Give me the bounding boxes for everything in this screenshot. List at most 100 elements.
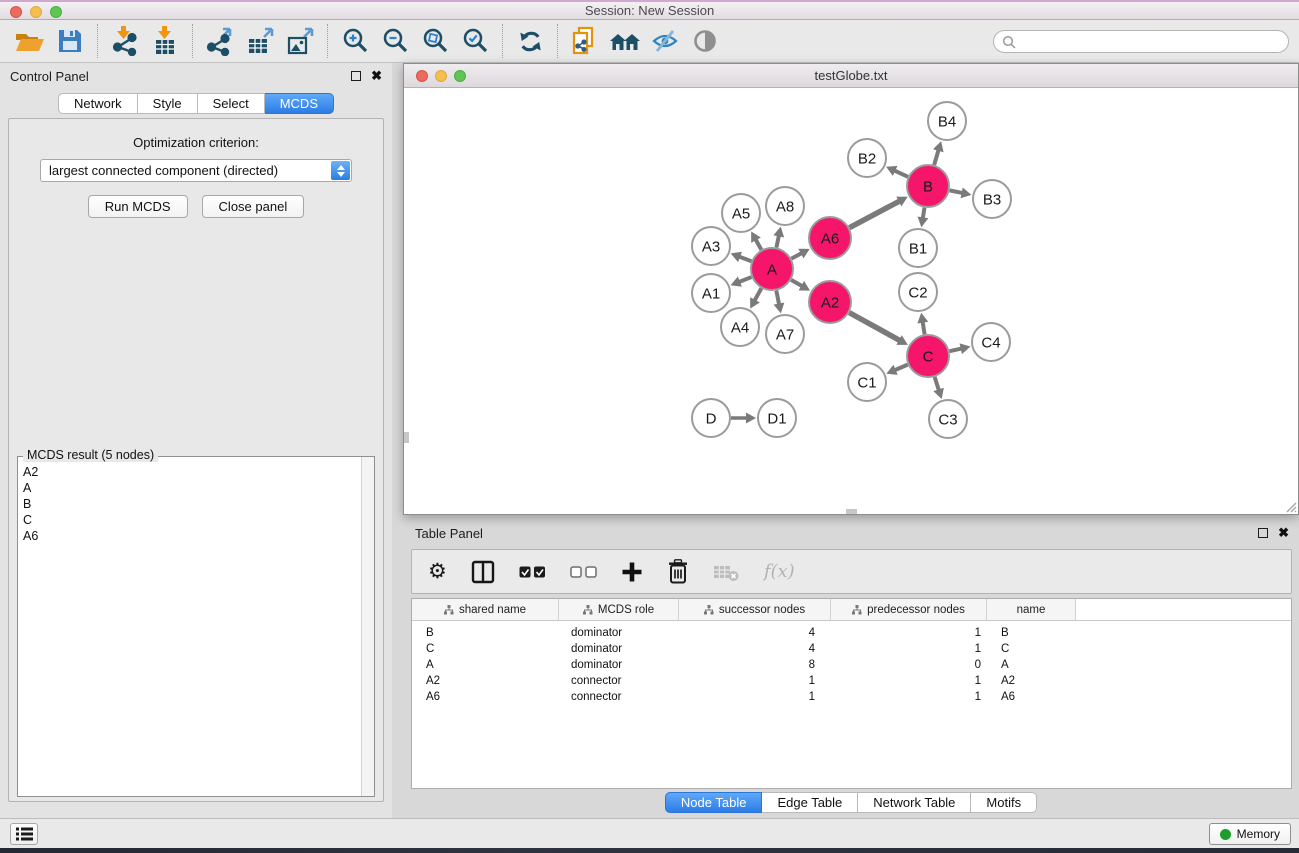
export-table-button[interactable] bbox=[240, 22, 280, 60]
graph-edge[interactable] bbox=[893, 170, 908, 177]
close-table-panel-icon[interactable]: ✖ bbox=[1278, 528, 1289, 538]
graph-edge[interactable] bbox=[934, 149, 939, 165]
graph-edge[interactable] bbox=[776, 291, 779, 306]
table-row[interactable]: Adominator80A bbox=[412, 657, 1291, 673]
network-canvas[interactable]: AA1A2A3A4A5A6A7A8BB1B2B3B4CC1C2C3C4DD1 bbox=[404, 88, 1298, 514]
float-table-panel-icon[interactable] bbox=[1258, 528, 1268, 538]
graph-edge[interactable] bbox=[738, 277, 752, 282]
graph-edge[interactable] bbox=[949, 348, 962, 351]
graph-edge[interactable] bbox=[738, 256, 751, 261]
toolbar-search[interactable] bbox=[993, 30, 1289, 53]
result-item[interactable]: A bbox=[23, 480, 360, 496]
tab-style[interactable]: Style bbox=[138, 93, 198, 114]
node-label-C3: C3 bbox=[938, 412, 957, 429]
open-session-button[interactable] bbox=[10, 22, 50, 60]
result-item[interactable]: C bbox=[23, 512, 360, 528]
add-column-button[interactable] bbox=[621, 561, 643, 583]
column-header-shared-name[interactable]: shared name bbox=[412, 599, 559, 621]
first-neighbors-button[interactable] bbox=[605, 22, 645, 60]
column-header-MCDS-role[interactable]: MCDS role bbox=[559, 599, 679, 621]
delete-table-button[interactable] bbox=[713, 562, 740, 582]
memory-button[interactable]: Memory bbox=[1209, 823, 1291, 845]
run-mcds-button[interactable]: Run MCDS bbox=[88, 195, 188, 218]
network-close-button[interactable] bbox=[416, 70, 428, 82]
result-item[interactable]: B bbox=[23, 496, 360, 512]
node-table-body: Bdominator41BCdominator41CAdominator80AA… bbox=[412, 621, 1291, 705]
table-row[interactable]: A2connector11A2 bbox=[412, 673, 1291, 689]
column-settings-button[interactable] bbox=[471, 560, 495, 584]
column-header-successor-nodes[interactable]: successor nodes bbox=[679, 599, 831, 621]
node-label-A3: A3 bbox=[702, 239, 720, 256]
maximize-window-button[interactable] bbox=[50, 6, 62, 18]
delete-column-button[interactable] bbox=[667, 559, 689, 585]
search-input[interactable] bbox=[1016, 35, 1288, 49]
show-all-button[interactable] bbox=[685, 22, 725, 60]
column-header-name[interactable]: name bbox=[987, 599, 1076, 621]
graph-edge[interactable] bbox=[754, 288, 761, 301]
tab-mcds[interactable]: MCDS bbox=[265, 93, 334, 114]
status-bar: Memory bbox=[0, 818, 1299, 848]
tab-network[interactable]: Network bbox=[58, 93, 138, 114]
zoom-out-button[interactable] bbox=[375, 22, 415, 60]
table-row[interactable]: Cdominator41C bbox=[412, 641, 1291, 657]
close-panel-button[interactable]: Close panel bbox=[202, 195, 305, 218]
table-cell: 1 bbox=[831, 691, 987, 703]
result-item[interactable]: A2 bbox=[23, 464, 360, 480]
tab-node-table[interactable]: Node Table bbox=[665, 792, 763, 813]
tab-edge-table[interactable]: Edge Table bbox=[762, 792, 858, 813]
table-toolbar: ⚙ bbox=[411, 549, 1292, 594]
graph-edge[interactable] bbox=[849, 313, 901, 341]
mcds-result-list[interactable]: A2ABCA6 bbox=[18, 460, 360, 796]
table-panel-title: Table Panel bbox=[415, 526, 483, 541]
table-cell: connector bbox=[559, 691, 679, 703]
export-image-button[interactable] bbox=[280, 22, 320, 60]
tab-network-table[interactable]: Network Table bbox=[858, 792, 971, 813]
zoom-in-button[interactable] bbox=[335, 22, 375, 60]
minimize-window-button[interactable] bbox=[30, 6, 42, 18]
tab-select[interactable]: Select bbox=[198, 93, 265, 114]
network-graph[interactable]: AA1A2A3A4A5A6A7A8BB1B2B3B4CC1C2C3C4DD1 bbox=[404, 88, 1298, 514]
network-maximize-button[interactable] bbox=[454, 70, 466, 82]
horizontal-scroll-thumb[interactable] bbox=[846, 509, 857, 514]
resize-grip-icon[interactable] bbox=[1283, 499, 1297, 513]
zoom-fit-button[interactable] bbox=[415, 22, 455, 60]
mcds-result-box: MCDS result (5 nodes) A2ABCA6 bbox=[17, 456, 375, 797]
open-folder-icon bbox=[15, 28, 45, 54]
close-window-button[interactable] bbox=[10, 6, 22, 18]
graph-edge[interactable] bbox=[894, 365, 908, 371]
tab-motifs[interactable]: Motifs bbox=[971, 792, 1037, 813]
graph-edge[interactable] bbox=[950, 190, 964, 193]
network-minimize-button[interactable] bbox=[435, 70, 447, 82]
result-item[interactable]: A6 bbox=[23, 528, 360, 544]
task-history-button[interactable] bbox=[10, 823, 38, 845]
vertical-scroll-thumb[interactable] bbox=[404, 432, 409, 443]
table-row[interactable]: Bdominator41B bbox=[412, 625, 1291, 641]
network-window-titlebar[interactable]: testGlobe.txt bbox=[404, 64, 1298, 88]
attribute-tree-icon bbox=[444, 605, 454, 615]
graph-edge[interactable] bbox=[849, 201, 900, 228]
function-builder-button[interactable]: f(x) bbox=[764, 561, 795, 582]
deselect-all-button[interactable] bbox=[570, 566, 597, 578]
copy-style-button[interactable] bbox=[565, 22, 605, 60]
float-panel-icon[interactable] bbox=[351, 71, 361, 81]
hide-selected-button[interactable] bbox=[645, 22, 685, 60]
table-settings-button[interactable]: ⚙ bbox=[428, 562, 447, 582]
zoom-selected-button[interactable] bbox=[455, 22, 495, 60]
table-row[interactable]: A6connector11A6 bbox=[412, 689, 1291, 705]
graph-edge[interactable] bbox=[791, 280, 803, 287]
result-scrollbar[interactable] bbox=[361, 457, 374, 796]
refresh-view-button[interactable] bbox=[510, 22, 550, 60]
import-table-button[interactable] bbox=[145, 22, 185, 60]
toolbar-separator bbox=[502, 24, 503, 58]
select-all-button[interactable] bbox=[519, 566, 546, 578]
column-header-predecessor-nodes[interactable]: predecessor nodes bbox=[831, 599, 987, 621]
import-network-button[interactable] bbox=[105, 22, 145, 60]
export-network-button[interactable] bbox=[200, 22, 240, 60]
dropdown-stepper-icon[interactable] bbox=[331, 161, 350, 180]
node-table-header: shared nameMCDS rolesuccessor nodesprede… bbox=[412, 599, 1291, 621]
optimization-criterion-dropdown[interactable]: largest connected component (directed) bbox=[40, 159, 352, 182]
graph-edge[interactable] bbox=[935, 377, 940, 391]
graph-edge[interactable] bbox=[922, 321, 924, 335]
save-session-button[interactable] bbox=[50, 22, 90, 60]
close-panel-icon[interactable]: ✖ bbox=[371, 71, 382, 81]
